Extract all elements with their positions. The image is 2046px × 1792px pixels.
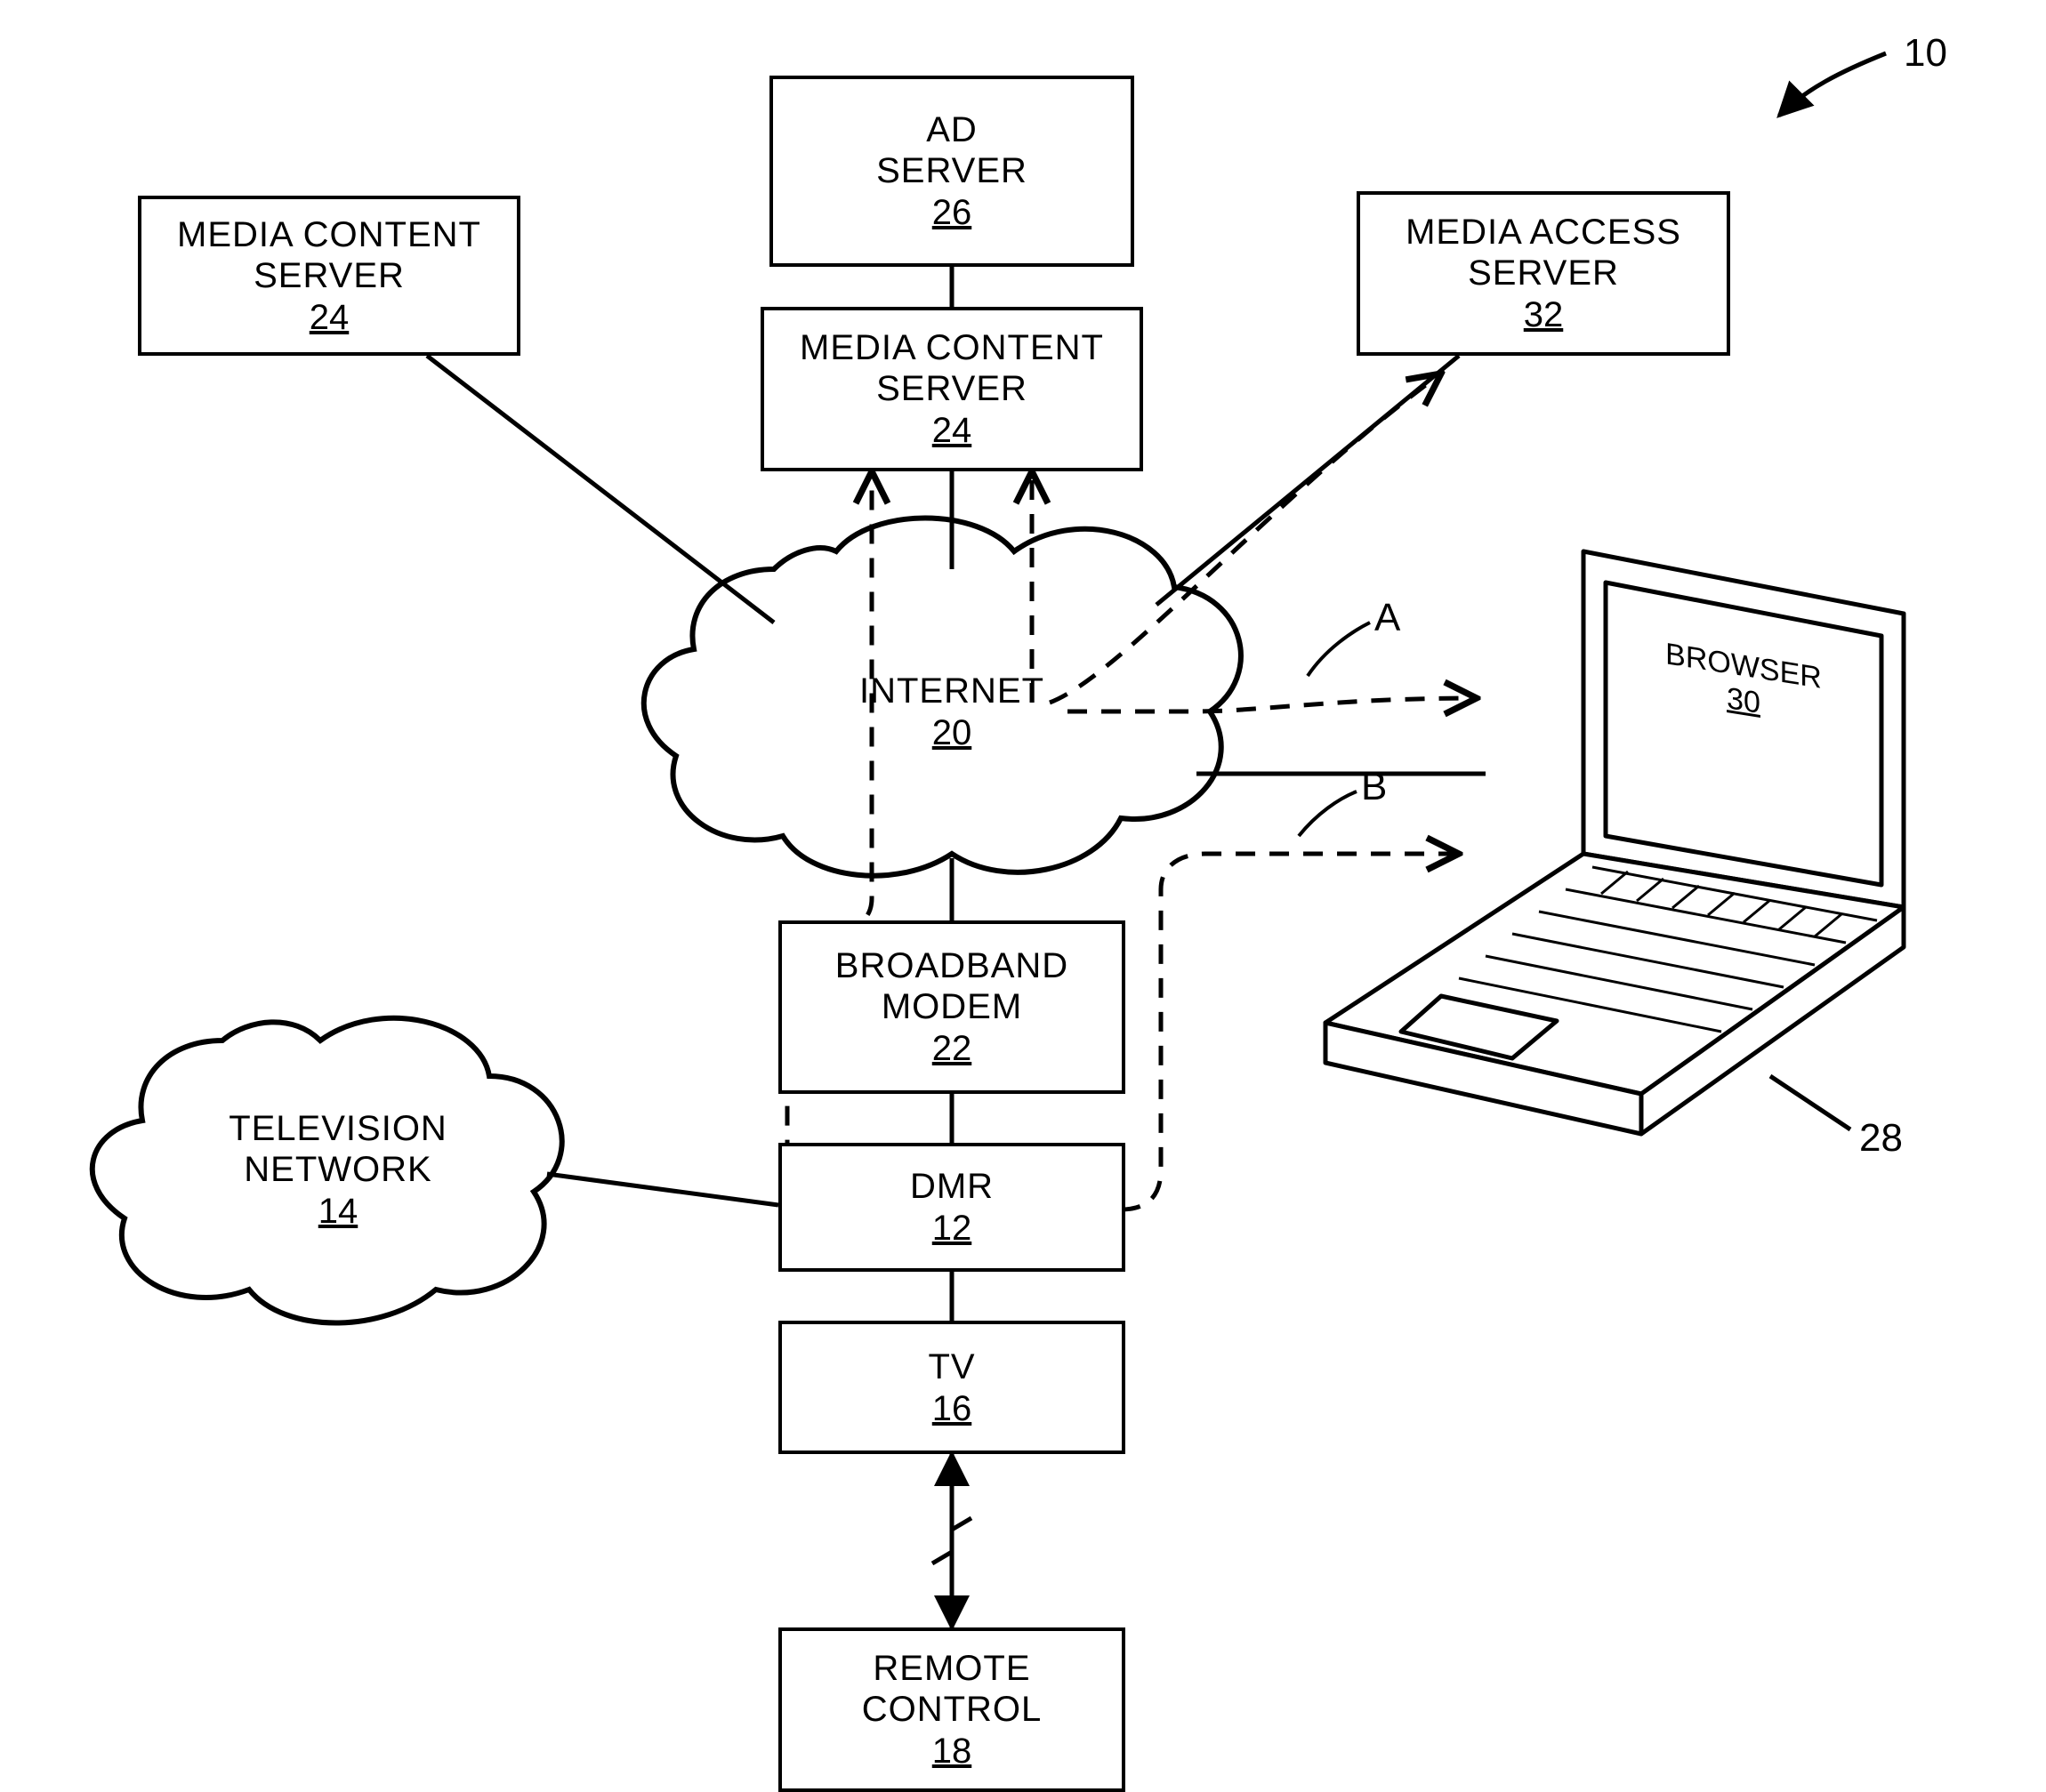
conn-tvnet-dmr	[547, 1174, 778, 1205]
internet-ref: 20	[932, 713, 972, 753]
media-content-center-ref: 24	[932, 411, 972, 451]
tv-network-cloud: TELEVISION NETWORK 14	[107, 1023, 569, 1316]
broadband-modem-label: BROADBAND MODEM	[835, 945, 1068, 1027]
media-content-left-label: MEDIA CONTENT SERVER	[177, 214, 481, 296]
media-access-ref: 32	[1524, 295, 1564, 335]
tv-network-label: TELEVISION NETWORK	[229, 1108, 447, 1190]
broadband-modem-box: BROADBAND MODEM 22	[778, 920, 1125, 1094]
ad-server-box: AD SERVER 26	[769, 76, 1134, 267]
path-B-leader	[1299, 792, 1357, 836]
internet-cloud: INTERNET 20	[676, 569, 1228, 854]
remote-control-label: REMOTE CONTROL	[862, 1648, 1043, 1730]
remote-control-ref: 18	[932, 1732, 972, 1772]
figure-ref-number: 10	[1904, 31, 1947, 76]
tv-ref: 16	[932, 1389, 972, 1429]
tv-network-ref: 14	[318, 1192, 358, 1232]
dmr-ref: 12	[932, 1209, 972, 1249]
media-content-left-ref: 24	[310, 298, 350, 338]
internet-label: INTERNET	[859, 671, 1044, 711]
figure-ref-leader	[1779, 53, 1886, 116]
media-content-center-box: MEDIA CONTENT SERVER 24	[761, 307, 1143, 471]
laptop-ref-number: 28	[1859, 1116, 1903, 1161]
path-A-leader	[1308, 623, 1370, 676]
laptop-ref-leader	[1770, 1076, 1850, 1129]
path-label-B: B	[1361, 765, 1387, 809]
path-label-A: A	[1374, 596, 1400, 640]
ad-server-ref: 26	[932, 193, 972, 233]
tv-box: TV 16	[778, 1321, 1125, 1454]
dmr-label: DMR	[910, 1166, 994, 1207]
tv-label: TV	[928, 1346, 975, 1387]
media-access-label: MEDIA ACCESS SERVER	[1406, 212, 1681, 293]
media-content-center-label: MEDIA CONTENT SERVER	[800, 327, 1104, 409]
remote-control-box: REMOTE CONTROL 18	[778, 1627, 1125, 1792]
media-access-box: MEDIA ACCESS SERVER 32	[1357, 191, 1730, 356]
conn-tv-remote	[932, 1454, 971, 1627]
broadband-modem-ref: 22	[932, 1029, 972, 1069]
dmr-box: DMR 12	[778, 1143, 1125, 1272]
ad-server-label: AD SERVER	[876, 109, 1027, 191]
laptop-illustration	[1325, 551, 1904, 1134]
media-content-left-box: MEDIA CONTENT SERVER 24	[138, 196, 520, 356]
